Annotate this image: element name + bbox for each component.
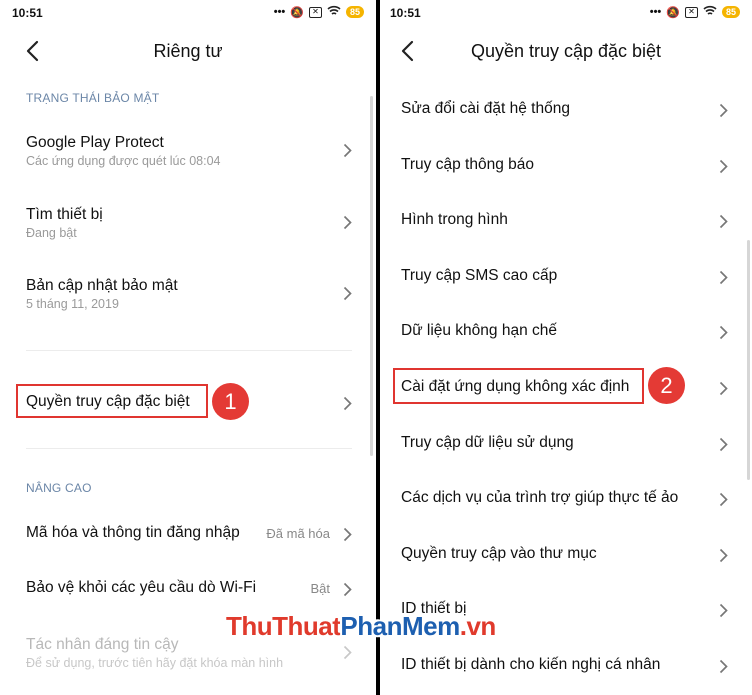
status-icons: ••• 🔕 ✕ 85 [274,5,364,19]
chevron-right-icon [719,103,728,118]
app-bar: Quyền truy cập đặc biệt [380,30,752,74]
section-header-security-status: TRẠNG THÁI BẢO MẬT [26,91,160,105]
chevron-right-icon [719,159,728,174]
app-bar: Riêng tư [0,30,376,74]
chevron-right-icon [343,396,352,411]
signal-dots-icon: ••• [273,6,286,18]
list-item-unrestricted-data[interactable]: Dữ liệu không hạn chế [380,322,752,344]
page-title: Riêng tư [153,41,223,61]
list-item-find-device[interactable]: Tìm thiết bị Đang bật [0,206,376,246]
item-value: Đã mã hóa [266,526,330,541]
list-item-notification-access[interactable]: Truy cập thông báo [380,156,752,178]
status-time: 10:51 [390,6,421,20]
item-label: Mã hóa và thông tin đăng nhập [26,524,240,541]
watermark-part: ThuThuat [226,611,341,641]
chevron-right-icon [343,286,352,301]
list-item-google-play-protect[interactable]: Google Play Protect Các ứng dụng được qu… [0,134,376,174]
item-label: Quyền truy cập vào thư mục [401,545,597,562]
item-label: Tác nhân đáng tin cậy [26,636,179,653]
step-badge-2: 2 [648,367,685,404]
status-icons: ••• 🔕 ✕ 85 [650,5,740,19]
list-item-vr-helper-services[interactable]: Các dịch vụ của trình trợ giúp thực tế ả… [380,489,752,511]
chevron-right-icon [719,381,728,396]
item-subtitle: 5 tháng 11, 2019 [26,297,119,311]
chevron-right-icon [719,548,728,563]
sim-off-icon: ✕ [684,6,698,18]
item-subtitle: Để sử dụng, trước tiên hãy đặt khóa màn … [26,656,284,670]
item-label: Các dịch vụ của trình trợ giúp thực tế ả… [401,489,679,506]
chevron-right-icon [719,659,728,674]
highlight-box [393,368,644,404]
list-item-premium-sms[interactable]: Truy cập SMS cao cấp [380,267,752,289]
chevron-right-icon [719,325,728,340]
list-item-encryption[interactable]: Mã hóa và thông tin đăng nhập Đã mã hóa [0,524,376,546]
item-subtitle: Đang bật [26,226,77,240]
item-label: Dữ liệu không hạn chế [401,322,558,339]
chevron-right-icon [343,645,352,660]
status-bar: 10:51 ••• 🔕 ✕ 85 [380,0,752,26]
status-time: 10:51 [12,6,43,20]
step-badge-1: 1 [212,383,249,420]
list-item-usage-access[interactable]: Truy cập dữ liệu sử dụng [380,434,752,456]
item-label: Truy cập dữ liệu sử dụng [401,434,574,451]
chevron-right-icon [343,215,352,230]
chevron-right-icon [719,603,728,618]
signal-dots-icon: ••• [649,6,662,18]
privacy-screen: 10:51 ••• 🔕 ✕ 85 Riêng tư TRẠNG THÁI BẢO… [0,0,376,695]
scrollbar[interactable] [747,240,750,480]
chevron-right-icon [343,143,352,158]
item-label: Bảo vệ khỏi các yêu cầu dò Wi-Fi [26,579,257,596]
list-item-wifi-scan-protection[interactable]: Bảo vệ khỏi các yêu cầu dò Wi-Fi Bật [0,579,376,601]
page-title: Quyền truy cập đặc biệt [470,41,662,61]
status-bar: 10:51 ••• 🔕 ✕ 85 [0,0,376,26]
item-subtitle: Các ứng dụng được quét lúc 08:04 [26,154,221,168]
silent-icon: 🔕 [290,6,304,19]
list-item-directory-access[interactable]: Quyền truy cập vào thư mục [380,545,752,567]
item-value: Bật [310,581,330,596]
watermark-part: PhanMem [340,611,460,641]
list-item-security-update[interactable]: Bản cập nhật bảo mật 5 tháng 11, 2019 [0,277,376,317]
battery-icon: 85 [345,6,364,18]
list-item-picture-in-picture[interactable]: Hình trong hình [380,211,752,233]
divider [26,350,352,351]
sim-off-icon: ✕ [308,6,322,18]
chevron-right-icon [719,492,728,507]
list-item-device-id-personal-recs[interactable]: ID thiết bị dành cho kiến nghị cá nhân [380,656,752,678]
item-label: Bản cập nhật bảo mật [26,277,178,294]
silent-icon: 🔕 [666,6,680,19]
watermark-logo: ThuThuatPhanMem.vn [226,611,496,642]
item-label: Tìm thiết bị [26,206,103,223]
chevron-right-icon [343,527,352,542]
item-label: ID thiết bị dành cho kiến nghị cá nhân [401,656,661,673]
section-header-advanced: NÂNG CAO [26,481,92,495]
chevron-right-icon [719,214,728,229]
divider [26,448,352,449]
item-label: Google Play Protect [26,134,164,151]
chevron-right-icon [719,437,728,452]
battery-icon: 85 [721,6,740,18]
special-access-screen: 10:51 ••• 🔕 ✕ 85 Quyền truy cập đặc biệt… [380,0,752,695]
wifi-icon [703,5,717,19]
wifi-icon [327,5,341,19]
watermark-part: .vn [459,611,497,641]
scrollbar[interactable] [370,96,373,456]
list-item-trust-agents: Tác nhân đáng tin cậy Để sử dụng, trước … [0,636,376,676]
item-label: Truy cập SMS cao cấp [401,267,558,284]
highlight-box [16,384,208,418]
list-item-modify-system-settings[interactable]: Sửa đổi cài đặt hệ thống [380,100,752,122]
item-label: Hình trong hình [401,211,508,228]
chevron-right-icon [719,270,728,285]
item-label: Sửa đổi cài đặt hệ thống [401,100,570,117]
item-label: Truy cập thông báo [401,156,534,173]
chevron-right-icon [343,582,352,597]
